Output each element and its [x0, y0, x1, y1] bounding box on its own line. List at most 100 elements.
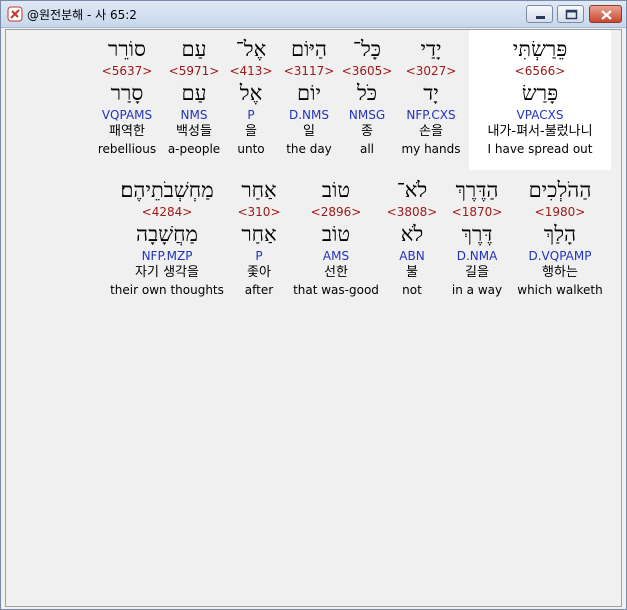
title-bar[interactable]: @원전분해 - 사 65:2 [1, 1, 626, 28]
hebrew-word: עַם [181, 37, 207, 61]
morphology-code: NFP.MZP [141, 249, 193, 263]
morphology-code: D.VQPAMP [528, 249, 592, 263]
strong-number[interactable]: <6566> [469, 63, 611, 79]
maximize-button[interactable] [557, 5, 584, 23]
english-gloss: I have spread out [487, 142, 593, 156]
korean-gloss: 을 [245, 124, 257, 139]
hebrew-lemma: דֶּרֶךְ [461, 222, 493, 246]
morphology-code: NFP.CXS [406, 108, 456, 122]
strong-number[interactable]: <3605> [339, 63, 395, 79]
korean-gloss: 선한 [324, 265, 348, 280]
morphology-code: D.NMS [288, 108, 329, 122]
minimize-button[interactable] [526, 5, 553, 23]
hebrew-word: פֵּרַשְׂתִּי [512, 37, 568, 61]
word-block[interactable]: אַחַר <310> אַחַר P 좇아 after [232, 176, 286, 298]
hebrew-word: הַדֶּרֶךְ [455, 178, 499, 202]
english-gloss: all [359, 142, 375, 156]
english-gloss: not [402, 283, 422, 297]
word-block[interactable]: הַהֹלְכִים <1980> הָלַךְ D.VQPAMP 행하는 wh… [514, 176, 606, 298]
hebrew-word: כָּל־ [352, 37, 382, 61]
morphology-code: ABN [399, 249, 425, 263]
english-gloss: rebellious [97, 142, 157, 156]
word-block[interactable]: פֵּרַשְׂתִּי <6566> פָּרַשׂ VPACXS 내가-펴서… [469, 30, 611, 170]
window-title: @원전분해 - 사 65:2 [27, 8, 137, 22]
app-window: @원전분해 - 사 65:2 פֵּרַשְׂתִּי <6566> פָּרַ… [0, 0, 627, 610]
hebrew-word: אֶל־ [235, 37, 267, 61]
english-gloss: my hands [401, 142, 461, 156]
hebrew-word: הַהֹלְכִים [528, 178, 592, 202]
english-gloss: which walketh [517, 283, 603, 297]
korean-gloss: 손을 [419, 124, 443, 139]
strong-number[interactable]: <413> [228, 63, 274, 79]
word-block[interactable]: טוֹב <2896> טוֹב AMS 선한 that was-good [290, 176, 382, 298]
morphology-code: P [247, 108, 255, 122]
strong-number[interactable]: <2896> [290, 204, 382, 220]
hebrew-word: טוֹב [321, 178, 351, 202]
english-gloss: a-people [167, 142, 221, 156]
hebrew-lemma: יָד [423, 81, 439, 105]
korean-gloss: 패역한 [109, 124, 145, 139]
korean-gloss: 종 [361, 124, 373, 139]
korean-gloss: 일 [303, 124, 315, 139]
maximize-icon [565, 9, 578, 20]
word-block[interactable]: סוֹרֵר <5637> סָרַר VQPAMS 패역한 rebelliou… [94, 30, 160, 157]
strong-number[interactable]: <3027> [396, 63, 466, 79]
strong-number[interactable]: <5637> [94, 63, 160, 79]
english-gloss: their own thoughts [110, 283, 224, 297]
korean-gloss: 행하는 [542, 265, 578, 280]
strong-number[interactable]: <3808> [386, 204, 438, 220]
hebrew-word: מַחְשְׁבֹתֵיהֶם׃ [120, 178, 214, 202]
interlinear-panel[interactable]: פֵּרַשְׂתִּי <6566> פָּרַשׂ VPACXS 내가-펴서… [5, 29, 622, 607]
hebrew-lemma: כֹּל [356, 81, 378, 105]
close-button[interactable] [589, 5, 622, 23]
hebrew-lemma: אֶל [239, 81, 263, 105]
word-block[interactable]: הַדֶּרֶךְ <1870> דֶּרֶךְ D.NMA 길을 in a w… [446, 176, 508, 298]
hebrew-lemma: מַחֲשָׁבָה [136, 222, 198, 246]
korean-gloss: 길을 [465, 265, 489, 280]
korean-gloss: 불 [406, 265, 418, 280]
morphology-code: P [255, 249, 263, 263]
korean-gloss: 자기 생각을 [135, 265, 199, 280]
english-gloss: unto [237, 142, 265, 156]
morphology-code: NMS [180, 108, 208, 122]
strong-number[interactable]: <1870> [446, 204, 508, 220]
korean-gloss: 좇아 [247, 265, 271, 280]
hebrew-lemma: הָלַךְ [543, 222, 577, 246]
morphology-code: D.NMA [456, 249, 498, 263]
word-block[interactable]: אֶל־ <413> אֶל P 을 unto [228, 30, 274, 157]
strong-number[interactable]: <5971> [166, 63, 222, 79]
english-gloss: that was-good [293, 283, 379, 297]
morphology-code: VPACXS [516, 108, 564, 122]
hebrew-lemma: עַם [181, 81, 207, 105]
english-gloss: in a way [451, 283, 503, 297]
app-icon [7, 6, 23, 22]
word-block[interactable]: מַחְשְׁבֹתֵיהֶם׃ <4284> מַחֲשָׁבָה NFP.M… [110, 176, 224, 298]
english-gloss: after [244, 283, 274, 297]
hebrew-lemma: טוֹב [321, 222, 351, 246]
hebrew-word: אַחַר [241, 178, 277, 202]
strong-number[interactable]: <3117> [280, 63, 338, 79]
word-block[interactable]: הַיּוֹם <3117> יוֹם D.NMS 일 the day [280, 30, 338, 157]
word-block[interactable]: כָּל־ <3605> כֹּל NMSG 종 all [339, 30, 395, 157]
morphology-code: NMSG [348, 108, 386, 122]
word-block[interactable]: יָדַי <3027> יָד NFP.CXS 손을 my hands [396, 30, 466, 157]
strong-number[interactable]: <310> [232, 204, 286, 220]
minimize-icon [536, 16, 545, 19]
hebrew-word: יָדַי [420, 37, 442, 61]
strong-number[interactable]: <4284> [110, 204, 224, 220]
word-block[interactable]: לֹא־ <3808> לֹא ABN 불 not [386, 176, 438, 298]
english-gloss: the day [286, 142, 332, 156]
close-icon [601, 10, 612, 20]
hebrew-lemma: אַחַר [241, 222, 277, 246]
hebrew-lemma: לֹא [400, 222, 424, 246]
strong-number[interactable]: <1980> [514, 204, 606, 220]
hebrew-lemma: פָּרַשׂ [521, 81, 559, 105]
hebrew-word: סוֹרֵר [108, 37, 146, 61]
hebrew-word: הַיּוֹם [290, 37, 328, 61]
word-block[interactable]: עַם <5971> עַם NMS 백성들 a-people [166, 30, 222, 157]
morphology-code: VQPAMS [101, 108, 153, 122]
hebrew-lemma: סָרַר [110, 81, 144, 105]
hebrew-lemma: יוֹם [297, 81, 321, 105]
hebrew-word: לֹא־ [396, 178, 428, 202]
korean-gloss: 백성들 [176, 124, 212, 139]
